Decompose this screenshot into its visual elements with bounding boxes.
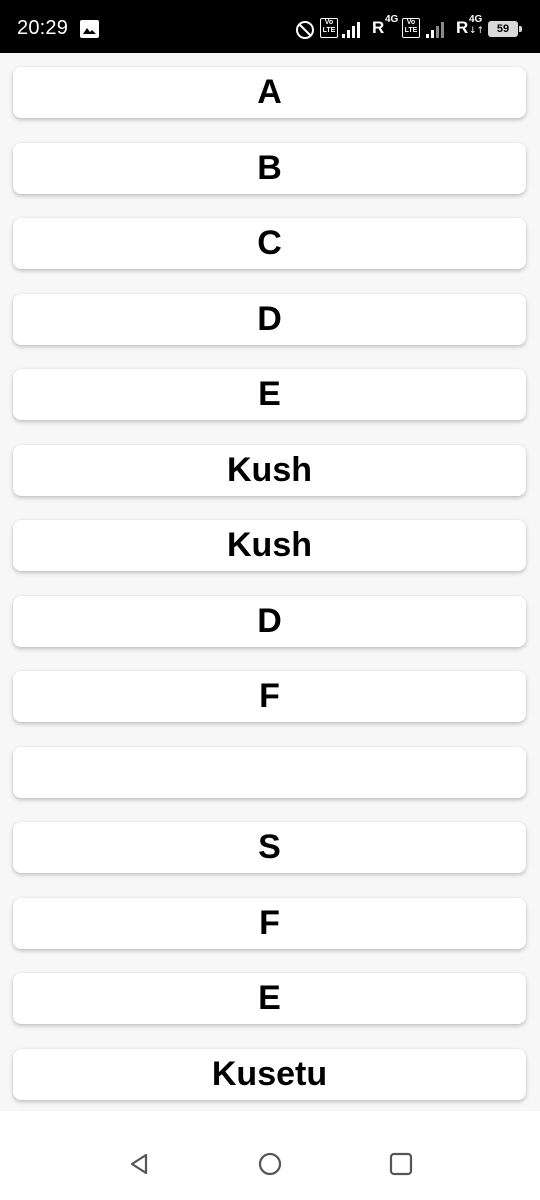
volte-icon: Vo LTE — [320, 18, 338, 38]
data-activity-icon: ↓↑ — [469, 26, 485, 36]
battery-tip — [519, 26, 522, 32]
item-list[interactable]: A B C D E Kush Kush D F S F E Kusetu — [0, 53, 540, 1111]
list-item-label: E — [258, 375, 281, 413]
list-item[interactable]: F — [13, 671, 526, 722]
list-item[interactable]: Kush — [13, 445, 526, 496]
list-item[interactable]: D — [13, 596, 526, 647]
status-time: 20:29 — [17, 17, 69, 39]
list-item-label: B — [257, 149, 282, 187]
sim1-signal-group: Vo LTE R 4G — [320, 14, 400, 40]
list-item[interactable]: Kush — [13, 520, 526, 571]
list-item[interactable]: S — [13, 822, 526, 873]
list-item-label: D — [257, 602, 282, 640]
list-item-label: F — [259, 904, 280, 942]
list-item[interactable]: C — [13, 218, 526, 269]
navigation-bar — [0, 1111, 540, 1200]
back-icon[interactable] — [124, 1149, 154, 1179]
list-item[interactable]: D — [13, 294, 526, 345]
sim2-signal-group: Vo LTE R 4G ↓↑ — [402, 14, 487, 40]
list-item[interactable]: E — [13, 369, 526, 420]
signal-bars-icon — [342, 22, 360, 38]
volte-icon: Vo LTE — [402, 18, 420, 38]
list-item-label: Kush — [227, 451, 312, 489]
roaming-indicator: R — [372, 18, 385, 37]
list-item-label: Kush — [227, 526, 312, 564]
recents-icon[interactable] — [386, 1149, 416, 1179]
list-item[interactable]: B — [13, 143, 526, 194]
list-item-label: D — [257, 300, 282, 338]
home-icon[interactable] — [255, 1149, 285, 1179]
list-item-label: E — [258, 979, 281, 1017]
status-bar: 20:29 Vo LTE R 4G Vo LTE R 4G ↓↑ 59 — [0, 0, 540, 53]
list-item[interactable]: A — [13, 67, 526, 118]
roaming-indicator: R — [456, 18, 469, 37]
list-item-label: F — [259, 677, 280, 715]
list-item-label: Kusetu — [211, 1055, 328, 1093]
list-item[interactable]: E — [13, 973, 526, 1024]
list-item-label: S — [258, 828, 281, 866]
list-item-label: C — [257, 224, 282, 262]
image-notification-icon — [80, 20, 99, 38]
list-item[interactable]: Kusetu — [13, 1049, 526, 1100]
signal-bars-icon — [426, 22, 444, 38]
network-type-label: 4G — [385, 14, 399, 25]
network-type-label: 4G — [469, 14, 483, 25]
list-item[interactable] — [13, 747, 526, 798]
battery-level: 59 — [488, 21, 518, 37]
do-not-disturb-icon — [296, 21, 314, 39]
list-item-label: A — [257, 73, 282, 111]
list-item[interactable]: F — [13, 898, 526, 949]
